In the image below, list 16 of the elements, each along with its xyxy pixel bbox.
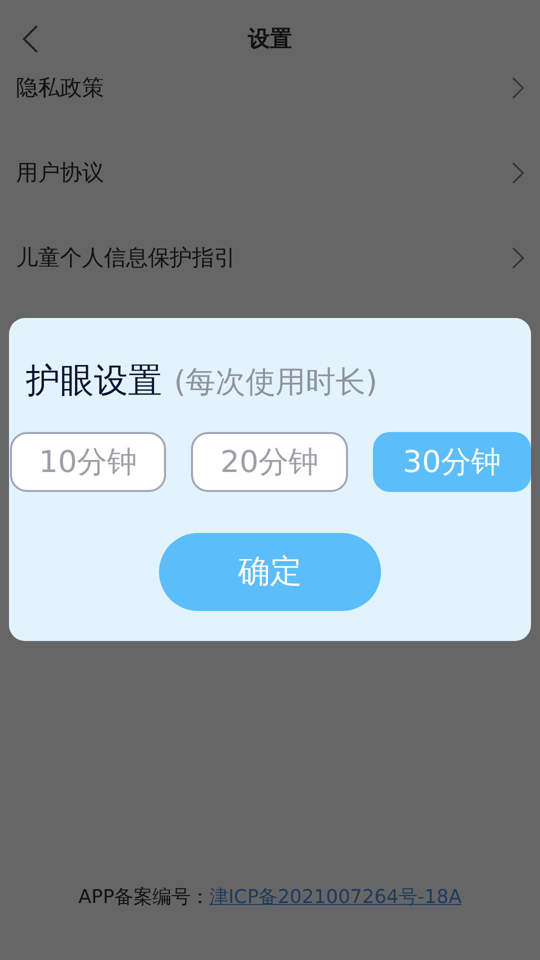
filing-link[interactable]: 津ICP备2021007264号-18A <box>209 884 462 910</box>
chevron-right-icon <box>512 162 524 184</box>
duration-option[interactable]: 20分钟 <box>191 432 348 492</box>
duration-option[interactable]: 10分钟 <box>10 432 166 492</box>
page-title: 设置 <box>248 26 292 54</box>
settings-item[interactable]: 儿童个人信息保护指引 <box>16 242 236 272</box>
chevron-right-icon <box>512 246 524 268</box>
settings-item[interactable]: 用户协议 <box>16 158 104 188</box>
filing-label: APP备案编号： <box>78 885 210 910</box>
duration-option[interactable]: 30分钟 <box>373 432 531 492</box>
dialog-title: 护眼设置 <box>26 360 162 403</box>
settings-item[interactable]: 隐私政策 <box>16 72 104 102</box>
chevron-right-icon <box>512 76 524 98</box>
dialog-subtitle: (每次使用时长) <box>174 364 378 402</box>
confirm-button[interactable]: 确定 <box>159 533 381 611</box>
back-button[interactable] <box>20 24 40 54</box>
